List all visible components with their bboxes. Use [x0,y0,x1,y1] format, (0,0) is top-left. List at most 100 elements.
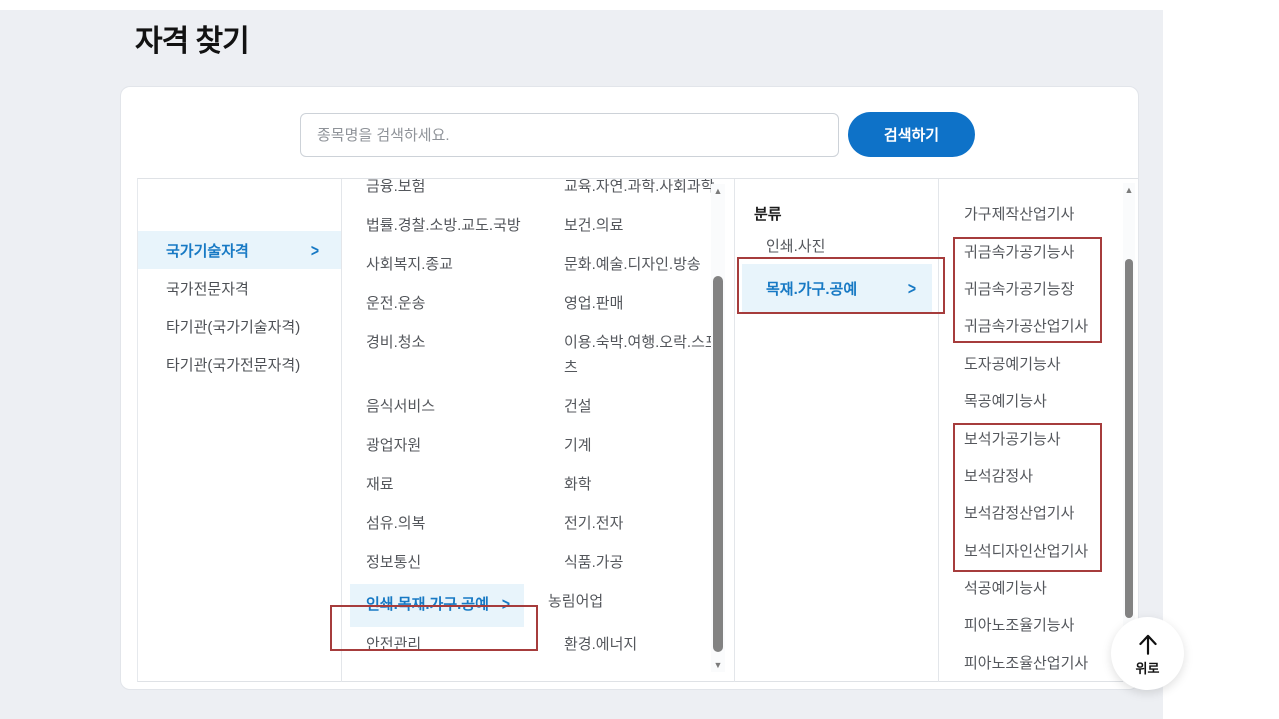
category-scrollbar[interactable]: ▲ ▼ [711,184,725,672]
category-item-label: 전기.전자 [564,515,623,532]
subcategory-item-label: 인쇄.사진 [766,235,825,256]
subcategory-item[interactable]: 목재.가구.공예> [742,264,932,312]
category-item[interactable]: 보건.의료 [564,208,724,247]
category-item[interactable]: 화학 [564,467,724,506]
category-item[interactable]: 안전관리 [366,627,526,666]
qualification-item[interactable]: 보석감정사 [939,457,1139,494]
category-item[interactable]: 정보통신 [366,545,526,584]
category-item-label: 재료 [366,476,394,493]
category-item[interactable]: 운전.운송 [366,286,526,325]
search-button[interactable]: 검색하기 [848,112,975,157]
category-item[interactable]: 문화.예술.디자인.방송 [564,247,724,286]
category-item-label: 농림어업 [548,593,603,610]
subcategory-item[interactable]: 인쇄.사진 [735,227,939,263]
scroll-down-icon[interactable]: ▼ [711,660,725,670]
category-item[interactable]: 광업자원 [366,428,526,467]
category-row: 재료 화학 [366,467,734,506]
category-item-label: 이용.숙박.여행.오락.스포츠 [564,334,719,376]
category-row: 인쇄.목재.가구.공예>농림어업 [366,584,734,627]
nav-item-link[interactable]: 타기관(국가기술자격) [138,307,341,345]
category-item[interactable]: 식품.가공 [564,545,724,584]
up-arrow-icon [1135,631,1161,657]
nav-item-active[interactable]: 국가기술자격> [138,231,341,269]
category-item-label: 화학 [564,476,592,493]
category-row: 운전.운송 영업.판매 [366,286,734,325]
category-item[interactable]: 사회복지.종교 [366,247,526,286]
category-item-label: 식품.가공 [564,554,623,571]
category-item-label: 보건.의료 [564,217,623,234]
category-item[interactable]: 전기.전자 [564,506,724,545]
scroll-up-icon[interactable]: ▲ [1123,185,1135,195]
qualification-item[interactable]: 가구제작산업기사 [939,195,1139,232]
qualification-scrollbar[interactable]: ▲ [1123,183,1135,682]
scroll-up-icon[interactable]: ▲ [711,186,725,196]
category-item-label: 금융.보험 [366,179,425,195]
category-item[interactable]: 교육.자연.과학.사회과학 [564,179,724,208]
category-item[interactable]: 환경.에너지 [564,627,724,666]
category-browser-panel: 국가기술자격> 국가전문자격타기관(국가기술자격) 타기관(국가전문자격) 금융.보… [137,178,1138,682]
category-item[interactable]: 이용.숙박.여행.오락.스포츠 [564,325,724,389]
qualification-item-label: 보석가공기능사 [964,428,1061,449]
nav-item-link[interactable]: 국가전문자격 [138,269,341,307]
category-row: 안전관리 환경.에너지 [366,627,734,666]
search-input[interactable] [300,113,839,157]
category-item-label: 환경.에너지 [564,636,637,653]
category-item[interactable]: 영업.판매 [564,286,724,325]
qualification-list-column: 가구제작산업기사귀금속가공기능사귀금속가공기능장귀금속가공산업기사도자공예기능사… [939,179,1139,682]
category-item-label: 교육.자연.과학.사회과학 [564,179,715,195]
category-row: 섬유.의복 전기.전자 [366,506,734,545]
category-item-label: 기계 [564,437,592,454]
category-row: 경비.청소 이용.숙박.여행.오락.스포츠 [366,325,734,389]
back-to-top-label: 위로 [1136,658,1160,677]
qualification-item[interactable]: 피아노조율기능사 [939,606,1139,643]
category-grid-column: 금융.보험 교육.자연.과학.사회과학법률.경찰.소방.교도.국방 보건.의료사회복… [342,179,735,682]
category-item[interactable]: 경비.청소 [366,325,526,389]
nav-item-link[interactable]: 타기관(국가전문자격) [138,345,341,383]
category-item-label: 사회복지.종교 [366,256,453,273]
category-item[interactable]: 농림어업 [548,584,708,627]
subcategory-header: 분류 [754,203,782,224]
category-item[interactable]: 인쇄.목재.가구.공예> [350,584,524,627]
page: 자격 찾기 검색하기 국가기술자격> 국가전문자격타기관(국가기술자격) 타기관(국… [0,0,1279,719]
category-item[interactable]: 기계 [564,428,724,467]
nav-item-label: 국가전문자격 [166,278,249,299]
category-row: 법률.경찰.소방.교도.국방 보건.의료 [366,208,734,247]
chevron-right-icon: > [311,240,319,260]
category-item[interactable]: 섬유.의복 [366,506,526,545]
qualification-item[interactable]: 목공예기능사 [939,382,1139,419]
qualification-item[interactable]: 보석디자인산업기사 [939,532,1139,569]
subcategory-column: 분류 인쇄.사진목재.가구.공예> [735,179,939,682]
qualification-item-label: 가구제작산업기사 [964,203,1074,224]
category-item-label: 영업.판매 [564,295,623,312]
qualification-item-label: 귀금속가공기능장 [964,278,1074,299]
qualification-item-label: 보석감정사 [964,465,1033,486]
qualification-item[interactable]: 석공예기능사 [939,569,1139,606]
qualification-item[interactable]: 보석감정산업기사 [939,494,1139,531]
category-item-label: 운전.운송 [366,295,425,312]
qualification-item[interactable]: 피아노조율산업기사 [939,644,1139,681]
category-item-label: 정보통신 [366,554,421,571]
category-item[interactable]: 건설 [564,389,724,428]
qualification-item[interactable]: 귀금속가공산업기사 [939,307,1139,344]
category-item[interactable]: 음식서비스 [366,389,526,428]
category-item[interactable]: 법률.경찰.소방.교도.국방 [366,208,526,247]
qualification-item[interactable]: 보석가공기능사 [939,419,1139,456]
scrollbar-thumb[interactable] [1125,259,1133,618]
qualification-item[interactable]: 귀금속가공기능장 [939,270,1139,307]
qualification-item-label: 목공예기능사 [964,390,1047,411]
qualification-item-label: 귀금속가공기능사 [964,241,1074,262]
back-to-top-button[interactable]: 위로 [1111,617,1184,690]
chevron-right-icon: > [502,589,510,620]
category-item[interactable]: 재료 [366,467,526,506]
qualification-item-label: 피아노조율산업기사 [964,652,1088,673]
page-title: 자격 찾기 [135,16,249,60]
category-item-label: 안전관리 [366,636,421,653]
category-item[interactable]: 금융.보험 [366,179,526,208]
qualification-item[interactable]: 귀금속가공기능사 [939,232,1139,269]
category-item-label: 경비.청소 [366,334,425,351]
nav-item-label: 타기관(국가기술자격) [166,316,300,337]
qualification-type-column: 국가기술자격> 국가전문자격타기관(국가기술자격) 타기관(국가전문자격) [138,179,342,682]
qualification-item[interactable]: 도자공예기능사 [939,345,1139,382]
category-row: 음식서비스 건설 [366,389,734,428]
scrollbar-thumb[interactable] [713,276,723,652]
